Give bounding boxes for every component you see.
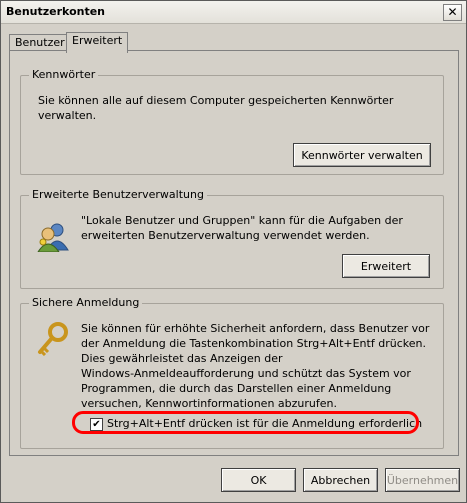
advanced-button[interactable]: Erweitert xyxy=(342,254,430,278)
manage-passwords-button-label: Kennwörter verwalten xyxy=(301,148,423,162)
tab-erweitert[interactable]: Erweitert xyxy=(66,32,129,53)
users-group-icon xyxy=(37,223,69,252)
secure-logon-text-line3: Dies gewährleistet das Anzeigen der xyxy=(81,352,283,365)
group-secure-logon-title: Sichere Anmeldung xyxy=(29,296,143,309)
advanced-button-label: Erweitert xyxy=(360,259,412,273)
window-title: Benutzerkonten xyxy=(6,5,106,18)
secure-logon-text-line5: Programmen, die durch das Darstellen ein… xyxy=(81,382,392,395)
ok-button-label: OK xyxy=(250,473,267,487)
group-passwords-title: Kennwörter xyxy=(29,68,99,81)
close-button[interactable]: ✕ xyxy=(443,4,462,21)
group-advanced-title: Erweiterte Benutzerverwaltung xyxy=(29,188,207,201)
red-highlight-annotation xyxy=(72,411,419,434)
secure-logon-text-line4: Windows-Anmeldeaufforderung und schützt … xyxy=(81,367,411,380)
key-icon xyxy=(38,322,68,356)
apply-button-label: Übernehmen xyxy=(386,473,459,487)
passwords-text-line2: verwalten. xyxy=(38,109,97,122)
secure-logon-text-line1: Sie können für erhöhte Sicherheit anford… xyxy=(81,322,430,335)
tab-erweitert-label: Erweitert xyxy=(72,34,123,47)
tab-benutzer-label: Benutzer xyxy=(15,36,65,49)
ok-button[interactable]: OK xyxy=(221,468,296,492)
title-bar[interactable]: Benutzerkonten ✕ xyxy=(1,1,466,24)
advanced-text-line1: "Lokale Benutzer und Gruppen" kann für d… xyxy=(81,214,403,227)
manage-passwords-button[interactable]: Kennwörter verwalten xyxy=(293,143,431,167)
passwords-text-line1: Sie können alle auf diesem Computer gesp… xyxy=(38,94,394,107)
apply-button[interactable]: Übernehmen xyxy=(385,468,460,492)
group-passwords: Kennwörter Sie können alle auf diesem Co… xyxy=(20,68,444,175)
close-icon: ✕ xyxy=(447,5,458,19)
cancel-button[interactable]: Abbrechen xyxy=(303,468,378,492)
advanced-text-line2: erweiterten Benutzerverwaltung verwendet… xyxy=(81,229,370,242)
dialog-window: Benutzerkonten ✕ Benutzer Erweitert Kenn… xyxy=(0,0,467,503)
secure-logon-text-line2: der Anmeldung die Tastenkombination Strg… xyxy=(81,337,426,350)
cancel-button-label: Abbrechen xyxy=(310,473,371,487)
group-advanced-user-management: Erweiterte Benutzerverwaltung "Lokale Be… xyxy=(20,188,444,289)
secure-logon-text-line6: versuchen, Kennwortinformationen abzuruf… xyxy=(81,397,337,410)
tab-panel-erweitert: Kennwörter Sie können alle auf diesem Co… xyxy=(9,50,459,456)
